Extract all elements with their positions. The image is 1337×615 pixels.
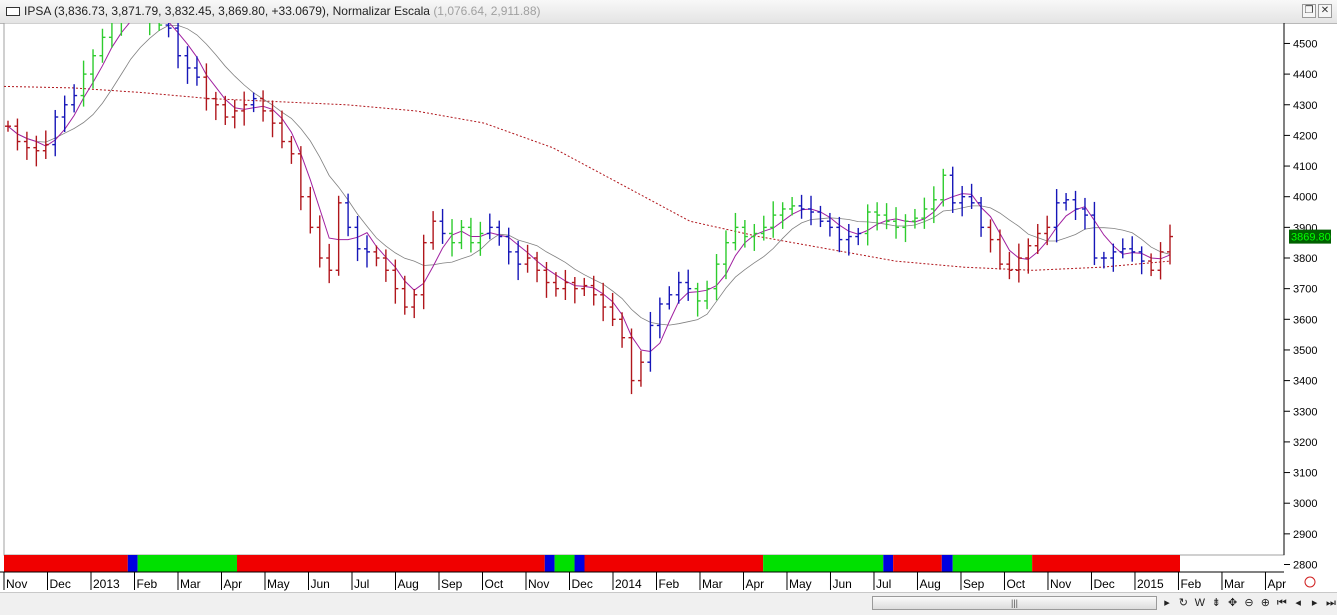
symbol-values: (3,836.73, 3,871.79, 3,832.45, 3,869.80,… [54,4,330,18]
zoom-in-icon[interactable]: ⊕ [1258,596,1272,610]
time-tick-label: Aug [919,577,940,591]
time-tick-label: Apr [223,577,242,591]
regime-segment [236,555,545,572]
last-icon[interactable]: ⏭ [1324,596,1337,610]
time-tick-label: Nov [6,577,27,591]
time-tick-label: Jul [354,577,369,591]
regime-segment [544,555,555,572]
time-tick-label: Nov [528,577,549,591]
time-tick-label: 2013 [93,577,120,591]
price-tick-label: 4300 [1293,100,1317,112]
regime-segment [1032,555,1180,572]
time-tick-label: 2014 [615,577,642,591]
regime-band [4,555,1180,572]
time-tick-label: Mar [702,577,723,591]
time-tick-label: Oct [484,577,503,591]
price-tick-label: 4100 [1293,161,1317,173]
time-tick-label: May [267,577,290,591]
price-tick-label: 3100 [1293,468,1317,480]
overlay-values: (1,076.64, 2,911.88) [433,4,541,18]
regime-segment [137,555,237,572]
crosshair-icon[interactable]: ✥ [1226,596,1240,610]
regime-segment [941,555,953,572]
regime-segment [554,555,575,572]
title-bar[interactable]: IPSA (3,836.73, 3,871.79, 3,832.45, 3,86… [0,0,1337,24]
time-tick-label: Nov [1050,577,1071,591]
price-tick-label: 3600 [1293,314,1317,326]
scroll-right-icon[interactable]: ▸ [1160,596,1174,610]
time-tick-label: Feb [658,577,679,591]
price-tick-label: 3300 [1293,406,1317,418]
ipsa-chart[interactable]: 4800470046004500440043004200410040003900… [0,1,1337,592]
price-tick-label: 2900 [1293,529,1317,541]
price-tick-label: 3200 [1293,437,1317,449]
time-tick-label: Jun [310,577,329,591]
close-icon: ✕ [1320,5,1330,16]
time-tick-label: Aug [397,577,418,591]
time-tick-label: Feb [136,577,157,591]
regime-segment [893,555,942,572]
time-tick-label: Dec [1093,577,1114,591]
time-tick-label: May [789,577,812,591]
price-axis: 4800470046004500440043004200410040003900… [1284,8,1317,572]
regime-segment [763,555,884,572]
restore-icon: ❐ [1304,5,1314,16]
time-tick-label: Sep [441,577,463,591]
chart-window: IPSA (3,836.73, 3,871.79, 3,832.45, 3,86… [0,0,1337,615]
week-icon[interactable]: W [1193,596,1207,610]
horizontal-scrollbar[interactable]: ||| [872,596,1157,610]
time-tick-label: Feb [1180,577,1201,591]
time-tick-label: Apr [1267,577,1286,591]
price-tick-label: 3500 [1293,345,1317,357]
symbol-name: IPSA [24,4,51,18]
overlay-label: Normalizar Escala [332,4,430,18]
price-tick-label: 3700 [1293,284,1317,296]
regime-segment [584,555,764,572]
alarm-icon[interactable] [1304,576,1316,588]
refresh-icon[interactable]: ↻ [1176,596,1190,610]
scroll-grip: ||| [1010,598,1018,608]
time-tick-label: Mar [180,577,201,591]
chart-area[interactable]: 4800470046004500440043004200410040003900… [0,1,1337,614]
restore-button[interactable]: ❐ [1302,4,1316,18]
price-tick-label: 4200 [1293,130,1317,142]
price-tick-label: 4500 [1293,38,1317,50]
time-tick-label: Jul [876,577,891,591]
fit-icon[interactable]: ⇟ [1209,596,1223,610]
chart-window-icon [6,7,20,16]
title-text: IPSA (3,836.73, 3,871.79, 3,832.45, 3,86… [24,4,541,18]
price-tick-label: 4400 [1293,69,1317,81]
plot-area [3,22,1285,556]
time-tick-label: Apr [745,577,764,591]
first-icon[interactable]: ⏮ [1275,596,1289,610]
regime-segment [574,555,585,572]
time-tick-label: 2015 [1137,577,1164,591]
time-tick-label: Dec [49,577,70,591]
zoom-out-icon[interactable]: ⊖ [1242,596,1256,610]
regime-segment [127,555,138,572]
chart-toolbar: ||| ▸ ↻ W ⇟ ✥ ⊖ ⊕ ⏮ ◂ ▸ ⏭ [0,592,1337,615]
close-button[interactable]: ✕ [1318,4,1332,18]
price-tick-label: 2800 [1293,560,1317,572]
regime-segment [883,555,894,572]
time-tick-label: Oct [1006,577,1025,591]
price-tick-label: 4000 [1293,192,1317,204]
regime-segment [952,555,1033,572]
time-axis: Nov Dec 2013 Feb Mar Apr May Jun Jul Aug Sep Oct Nov… [0,571,1316,591]
next-icon[interactable]: ▸ [1308,596,1322,610]
price-tick-label: 3000 [1293,498,1317,510]
price-tick-label: 3800 [1293,253,1317,265]
time-tick-label: Mar [1224,577,1245,591]
time-tick-label: Dec [571,577,592,591]
time-tick-label: Jun [832,577,851,591]
time-tick-label: Sep [963,577,985,591]
price-tick-label: 3400 [1293,376,1317,388]
last-price-label: 3869.80 [1291,232,1331,244]
regime-segment [4,555,128,572]
prev-icon[interactable]: ◂ [1291,596,1305,610]
last-price-marker: 3869.80 [1289,229,1331,244]
